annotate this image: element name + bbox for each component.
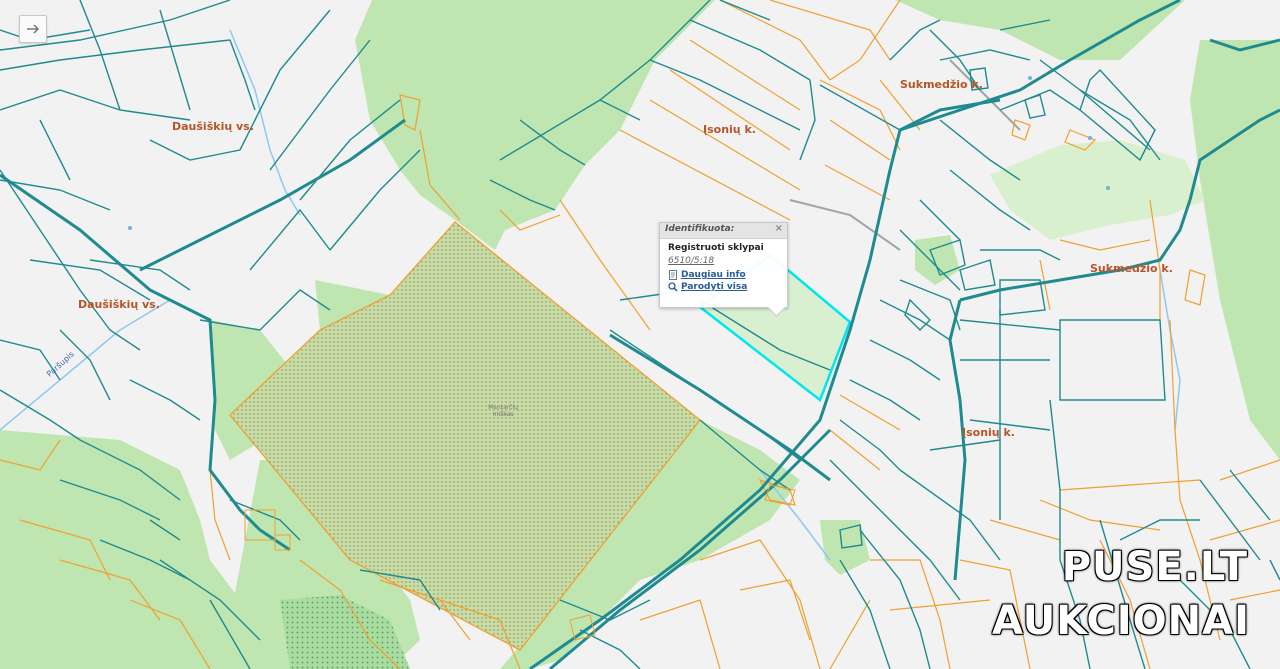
more-info-label: Daugiau info	[681, 270, 746, 280]
parcel-id-link[interactable]: 6510/5:18	[668, 256, 787, 266]
watermark-line1: PUSE.LT	[1061, 544, 1248, 590]
label-isoniu-north: Įsonių k.	[703, 123, 756, 136]
identify-popup: Identifikuota: × Registruoti sklypai 651…	[659, 222, 788, 317]
label-forest-line2: miškas	[492, 411, 514, 418]
label-isoniu-east: Įsonių k.	[962, 426, 1015, 439]
arrow-right-icon	[27, 24, 40, 34]
document-icon	[669, 270, 677, 280]
show-all-link[interactable]: Parodyti visa	[668, 282, 787, 292]
label-dausiskiu-west: Daušiškių vs.	[78, 298, 160, 311]
pan-arrow-button[interactable]	[19, 15, 47, 43]
popup-header: Identifikuota: ×	[660, 223, 787, 239]
watermark-line2: AUKCIONAI	[992, 598, 1250, 644]
popup-links: Daugiau info Parodyti visa	[668, 270, 787, 292]
label-forest-name: Mantarčių miškas	[478, 404, 528, 418]
show-all-label: Parodyti visa	[681, 282, 748, 292]
label-sukmedzio-north: Sukmedžio k.	[900, 78, 983, 91]
more-info-link[interactable]: Daugiau info	[668, 270, 787, 280]
popup-close-button[interactable]: ×	[775, 223, 783, 234]
magnifier-icon	[668, 282, 678, 292]
label-sukmedzio-east: Sukmedžio k.	[1090, 262, 1173, 275]
popup-body: Registruoti sklypai 6510/5:18 Daugiau in…	[660, 239, 787, 292]
label-forest-line1: Mantarčių	[488, 404, 518, 411]
popup-header-text: Identifikuota:	[665, 224, 735, 234]
popup-title: Registruoti sklypai	[668, 243, 764, 253]
label-dausiskiu-north: Daušiškių vs.	[172, 120, 254, 133]
